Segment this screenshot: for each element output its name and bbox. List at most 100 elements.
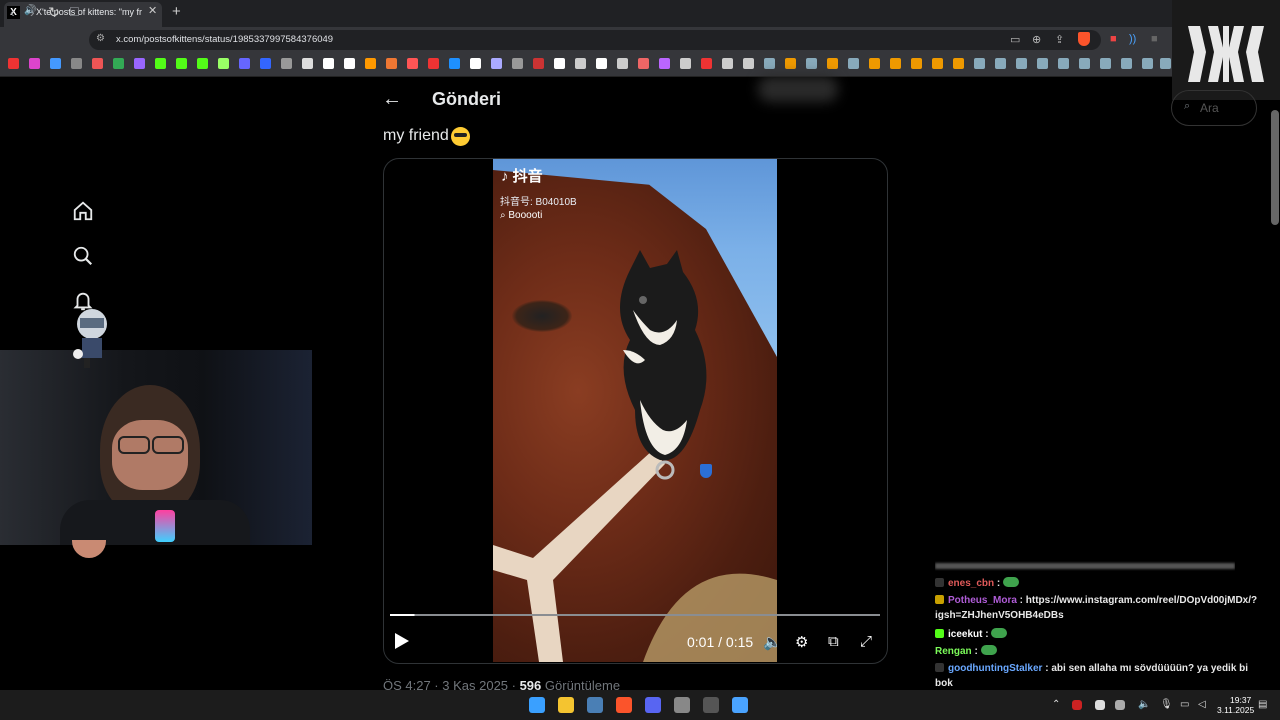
bookmark-icon[interactable]	[8, 58, 19, 69]
bookmark-icon[interactable]	[659, 58, 670, 69]
bookmark-icon[interactable]	[386, 58, 397, 69]
bookmark-icon[interactable]	[911, 58, 922, 69]
explore-search-icon[interactable]	[72, 245, 94, 272]
cast-icon[interactable]: ▭	[1010, 33, 1020, 46]
discord-icon[interactable]	[645, 697, 661, 713]
extension-muted-icon[interactable]: ■	[1151, 33, 1158, 45]
brave-browser-icon[interactable]	[616, 697, 632, 713]
bookmark-icon[interactable]	[533, 58, 544, 69]
bookmark-icon[interactable]	[239, 58, 250, 69]
bookmark-icon[interactable]	[113, 58, 124, 69]
steam-icon[interactable]	[587, 697, 603, 713]
video-progress-track[interactable]	[390, 614, 880, 616]
bookmark-icon[interactable]	[575, 58, 586, 69]
bookmark-icon[interactable]	[218, 58, 229, 69]
bookmark-icon[interactable]	[491, 58, 502, 69]
bookmark-icon[interactable]	[617, 58, 628, 69]
volume-icon[interactable]: 🔈	[763, 633, 782, 651]
bookmark-icon[interactable]	[953, 58, 964, 69]
picture-in-picture-icon[interactable]: ⧉	[828, 633, 839, 650]
back-button[interactable]: ‹	[10, 4, 15, 20]
bookmark-icon[interactable]	[1016, 58, 1027, 69]
bookmark-icon[interactable]	[1121, 58, 1132, 69]
extension-icon[interactable]: ■	[1110, 33, 1117, 45]
bookmark-icon[interactable]	[701, 58, 712, 69]
bookmark-icon[interactable]	[974, 58, 985, 69]
bookmark-icon[interactable]	[932, 58, 943, 69]
zoom-icon[interactable]: ⊕	[1032, 33, 1041, 46]
bookmark-icon[interactable]	[806, 58, 817, 69]
home-icon[interactable]	[72, 200, 94, 227]
tray-volume-icon[interactable]: 🔈	[1138, 699, 1150, 710]
clock-date[interactable]: 3.11.2025	[1217, 705, 1254, 715]
close-tab-icon[interactable]: ✕	[148, 4, 157, 17]
bookmark-icon[interactable]	[449, 58, 460, 69]
tray-steam-icon[interactable]	[1115, 700, 1125, 710]
back-arrow-button[interactable]: ←	[382, 88, 402, 111]
bookmark-icon[interactable]	[407, 58, 418, 69]
bookmark-icon[interactable]	[995, 58, 1006, 69]
bookmark-icon[interactable]	[1142, 58, 1153, 69]
share-icon[interactable]: ⇪	[1055, 33, 1064, 46]
app-cube-icon[interactable]	[674, 697, 690, 713]
bookmark-icon[interactable]	[470, 58, 481, 69]
bookmark-icon[interactable]	[302, 58, 313, 69]
bookmark-icon[interactable]	[827, 58, 838, 69]
tray-overflow-icon[interactable]: ⌃	[1052, 699, 1060, 710]
bookmark-icon[interactable]	[512, 58, 523, 69]
windows-start-icon[interactable]	[529, 697, 545, 713]
bookmark-icon[interactable]	[50, 58, 61, 69]
blue-app-icon[interactable]	[732, 697, 748, 713]
tray-red-icon[interactable]	[1072, 700, 1082, 710]
bookmark-icon[interactable]	[764, 58, 775, 69]
bookmark-icon[interactable]	[71, 58, 82, 69]
tray-shield-icon[interactable]	[1095, 700, 1105, 710]
extension-audio-icon[interactable]: ))	[1129, 33, 1136, 45]
bookmark-icon[interactable]	[1037, 58, 1048, 69]
settings-gear-icon[interactable]: ⚙	[795, 633, 808, 651]
bookmark-icon[interactable]	[848, 58, 859, 69]
bookmark-icon[interactable]	[323, 58, 334, 69]
tray-speaker-icon[interactable]: ◁	[1198, 699, 1206, 710]
obs-icon[interactable]	[703, 697, 719, 713]
bookmark-icon[interactable]	[176, 58, 187, 69]
bookmark-icon[interactable]	[92, 58, 103, 69]
page-scrollbar[interactable]	[1271, 110, 1279, 225]
bookmark-icon[interactable]	[1079, 58, 1090, 69]
bookmark-icon[interactable]	[155, 58, 166, 69]
bookmark-icon[interactable]	[722, 58, 733, 69]
new-tab-button[interactable]: +	[172, 3, 181, 20]
brave-shields-icon[interactable]	[1078, 32, 1090, 46]
bookmark-icon[interactable]	[638, 58, 649, 69]
clock-time[interactable]: 19:37	[1230, 695, 1251, 705]
bookmark-icon[interactable]	[554, 58, 565, 69]
bookmark-icon[interactable]	[890, 58, 901, 69]
bookmark-icon[interactable]	[869, 58, 880, 69]
site-settings-icon[interactable]: ⚙	[96, 33, 105, 44]
bookmark-icon[interactable]	[365, 58, 376, 69]
file-explorer-icon[interactable]	[558, 697, 574, 713]
bookmark-icon[interactable]	[281, 58, 292, 69]
bookmark-icon[interactable]	[344, 58, 355, 69]
notification-icon[interactable]: ▤	[1258, 699, 1267, 710]
bookmark-icon[interactable]	[428, 58, 439, 69]
bookmark-icon[interactable]	[29, 58, 40, 69]
tray-monitor-icon[interactable]: ▭	[1180, 699, 1189, 710]
fullscreen-icon[interactable]: ⤢	[860, 633, 872, 650]
bookmark-icon[interactable]	[743, 58, 754, 69]
play-button[interactable]	[395, 633, 409, 649]
bookmark-button[interactable]: ☐	[69, 5, 80, 19]
bookmark-icon[interactable]	[134, 58, 145, 69]
bookmark-icon[interactable]	[260, 58, 271, 69]
url-text[interactable]: x.com/postsofkittens/status/198533799758…	[116, 34, 333, 45]
bookmark-icon[interactable]	[680, 58, 691, 69]
forward-button[interactable]: ›	[30, 4, 35, 20]
bookmark-icon[interactable]	[1100, 58, 1111, 69]
bookmark-icon[interactable]	[197, 58, 208, 69]
bookmark-icon[interactable]	[596, 58, 607, 69]
bookmark-icon[interactable]	[1058, 58, 1069, 69]
bookmark-icon[interactable]	[1160, 58, 1171, 69]
tray-mic-icon[interactable]: 🎙	[1160, 699, 1173, 710]
reload-button[interactable]: ↻	[48, 4, 60, 21]
bookmark-icon[interactable]	[785, 58, 796, 69]
